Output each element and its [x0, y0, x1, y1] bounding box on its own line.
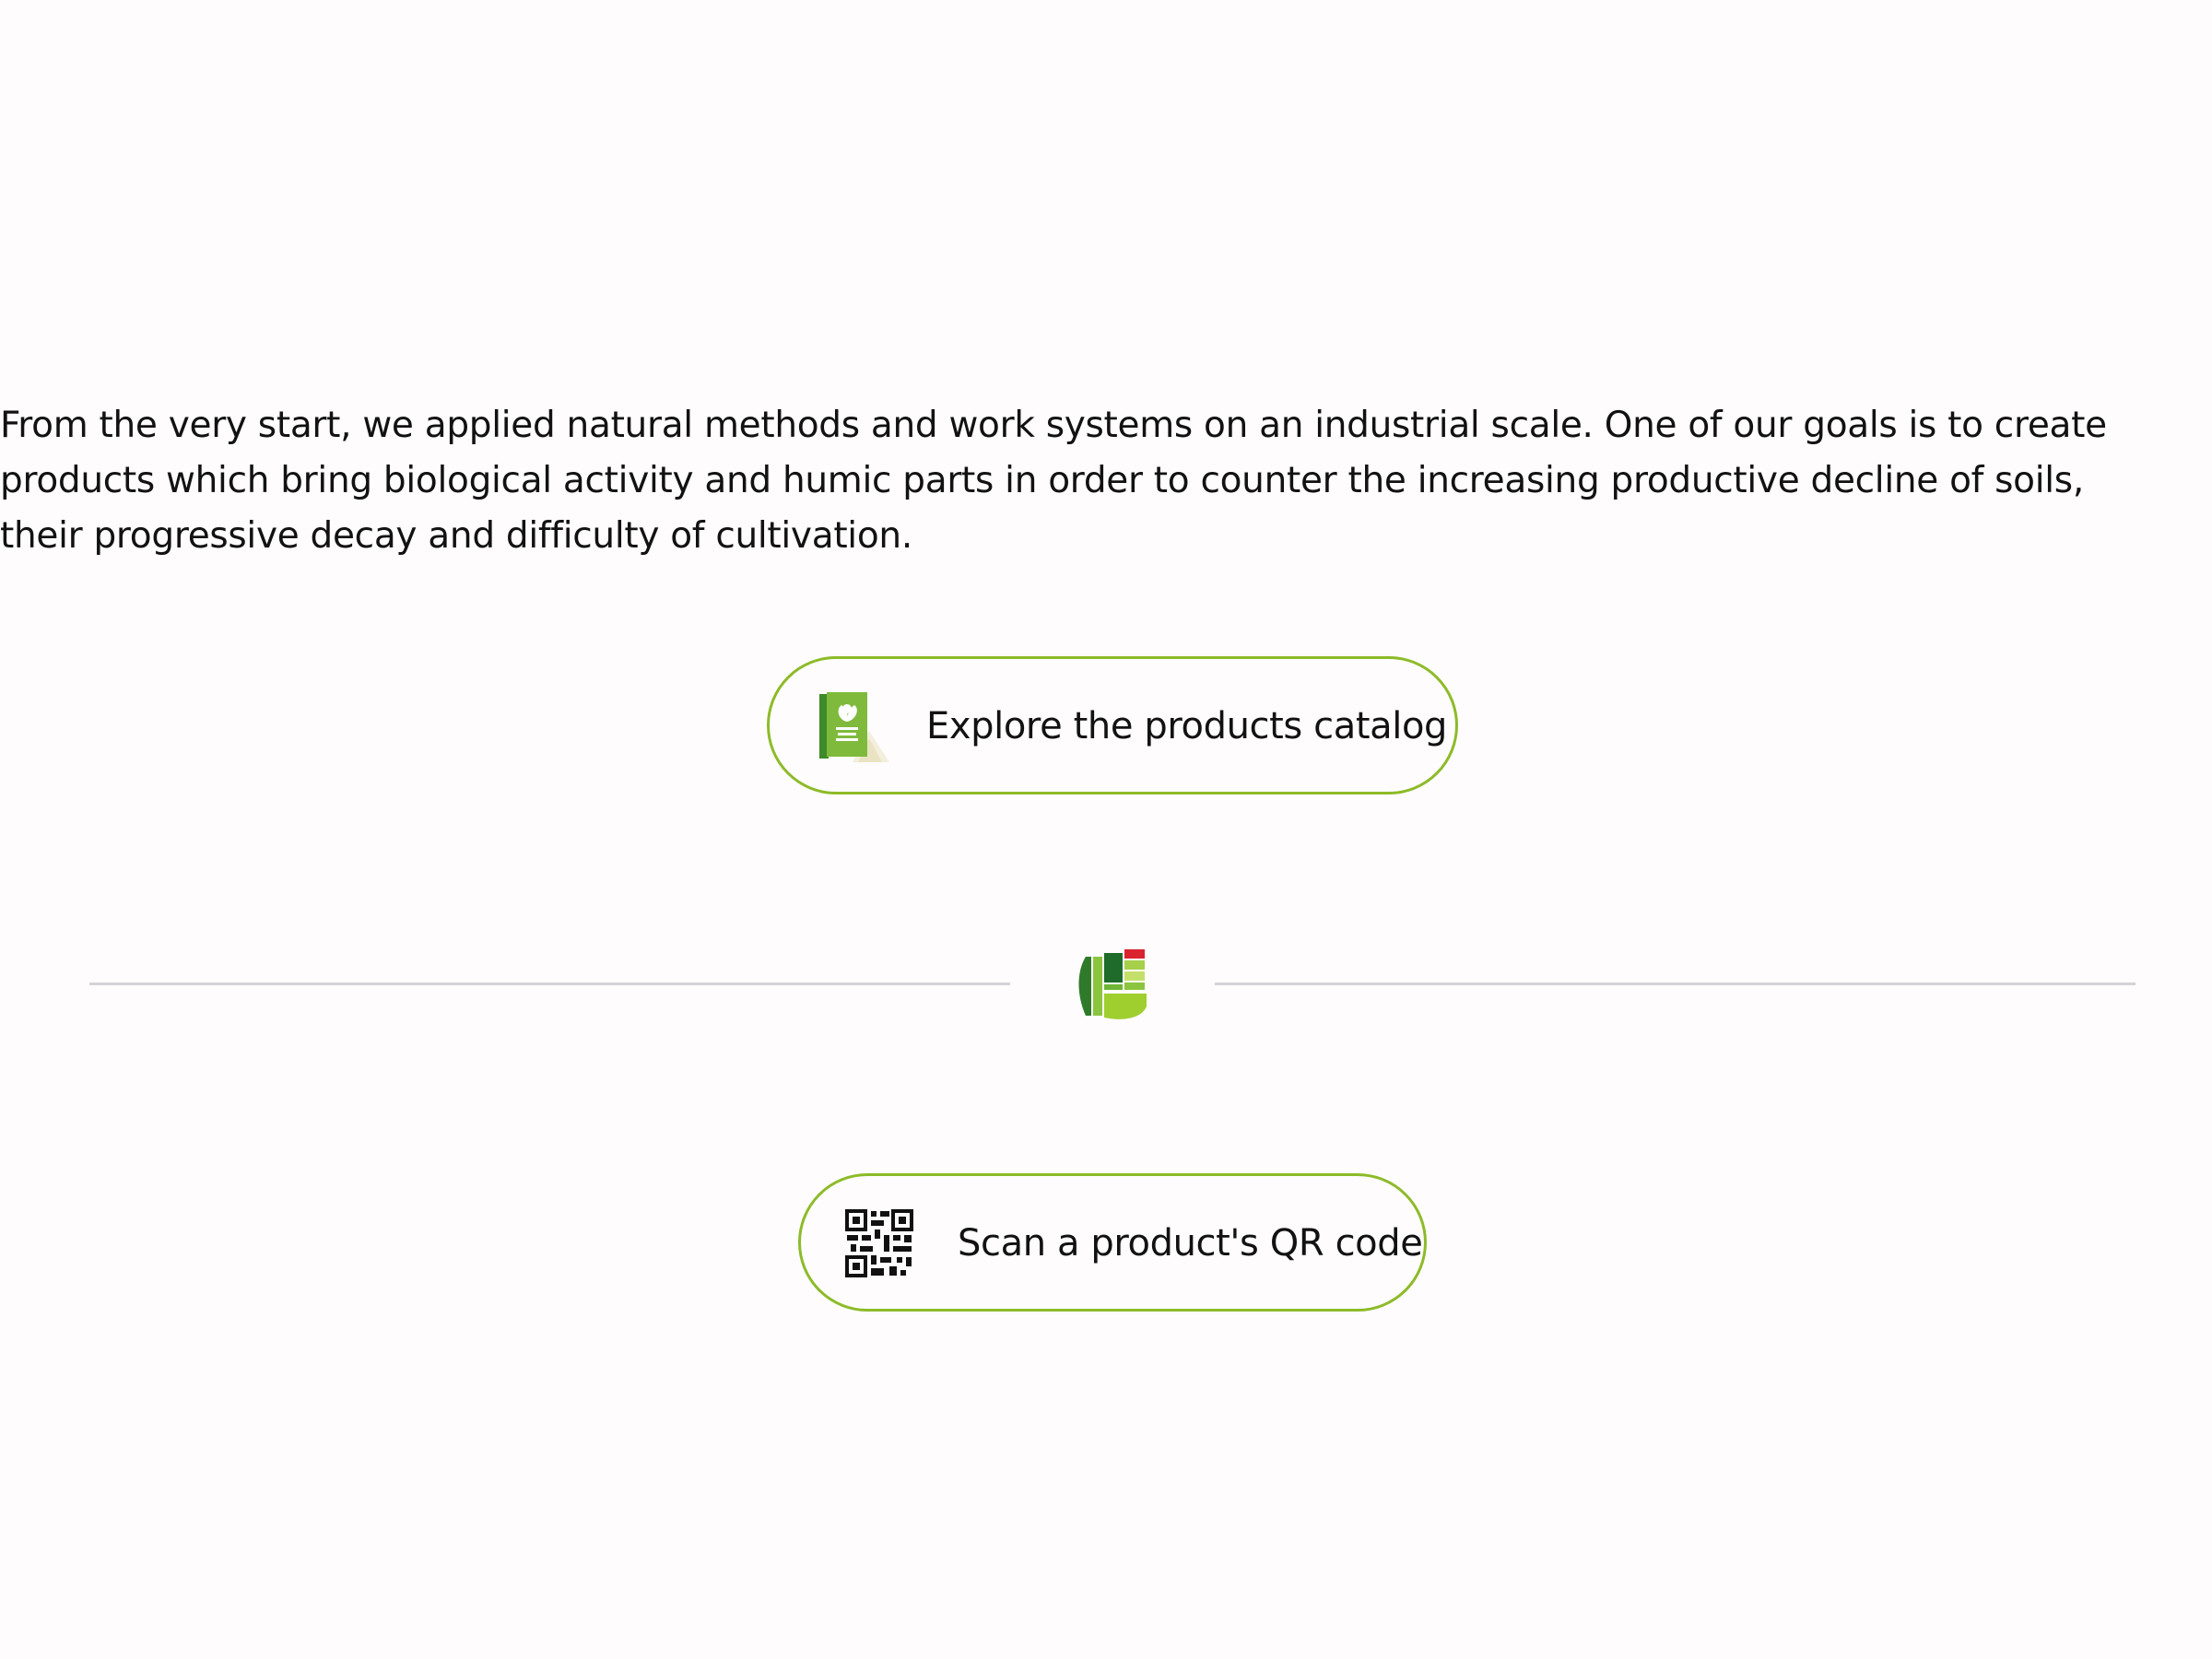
- product-catalog-icon: [819, 692, 889, 762]
- brand-logo-icon: [1078, 949, 1147, 1019]
- scan-qr-label: Scan a product's QR code: [958, 1222, 1423, 1265]
- explore-catalog-label: Explore the products catalog: [926, 705, 1448, 747]
- divider-line-left: [89, 982, 1010, 985]
- divider-line-right: [1215, 982, 2136, 985]
- scan-qr-button[interactable]: Scan a product's QR code: [798, 1173, 1427, 1312]
- intro-paragraph: From the very start, we applied natural …: [0, 405, 2107, 557]
- qr-code-icon: [845, 1209, 913, 1277]
- explore-catalog-button[interactable]: Explore the products catalog: [767, 656, 1458, 794]
